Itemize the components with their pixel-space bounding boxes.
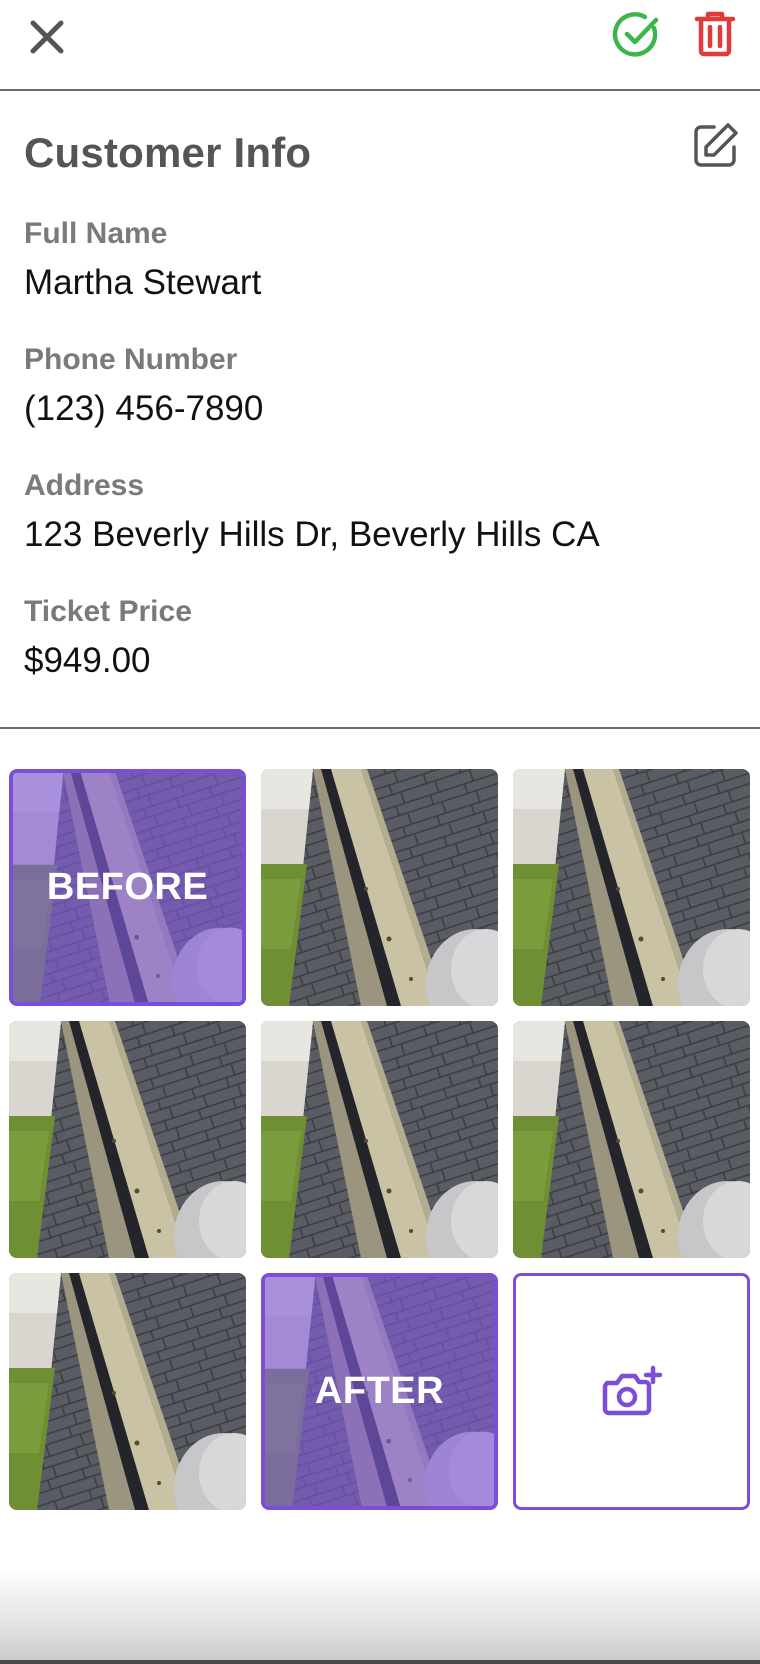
bottom-edge [0,1660,760,1664]
photo-image [513,1021,750,1258]
before-photo-tile[interactable]: BEFORE [9,769,246,1006]
ticket-price-label: Ticket Price [24,595,192,628]
section-title: Customer Info [24,129,312,176]
photo-tile[interactable] [513,1021,750,1258]
top-bar [0,0,760,91]
bottom-fade [0,1570,760,1664]
ticket-price-value: $949.00 [24,641,151,680]
phone-number-label: Phone Number [24,343,238,376]
photo-image [513,769,750,1006]
after-photo-tile[interactable]: AFTER [261,1273,498,1510]
full-name-label: Full Name [24,217,168,250]
photo-image [9,1021,246,1258]
photo-image [261,1021,498,1258]
phone-number-value: (123) 456-7890 [24,389,264,428]
full-name-value: Martha Stewart [24,263,262,302]
customer-info-section: Customer Info Full Name Martha Stewart P… [0,93,760,729]
before-label: BEFORE [46,866,209,908]
photo-tile[interactable] [9,1273,246,1510]
close-icon [30,20,64,54]
check-circle-icon [612,12,659,57]
close-button[interactable] [22,12,72,62]
after-label: AFTER [314,1370,445,1412]
address-label: Address [24,469,145,502]
edit-button[interactable] [690,119,742,171]
photo-tile[interactable] [513,769,750,1006]
photo-tile[interactable] [9,1021,246,1258]
complete-button[interactable] [612,10,662,60]
address-value: 123 Beverly Hills Dr, Beverly Hills CA [24,515,600,554]
camera-plus-icon [602,1365,662,1415]
photo-image [261,769,498,1006]
trash-icon [694,11,736,57]
delete-button[interactable] [690,8,740,58]
add-photo-button[interactable] [513,1273,750,1510]
photo-tile[interactable] [261,1021,498,1258]
photo-image [9,1273,246,1510]
edit-icon [694,123,738,167]
photo-tile[interactable] [261,769,498,1006]
